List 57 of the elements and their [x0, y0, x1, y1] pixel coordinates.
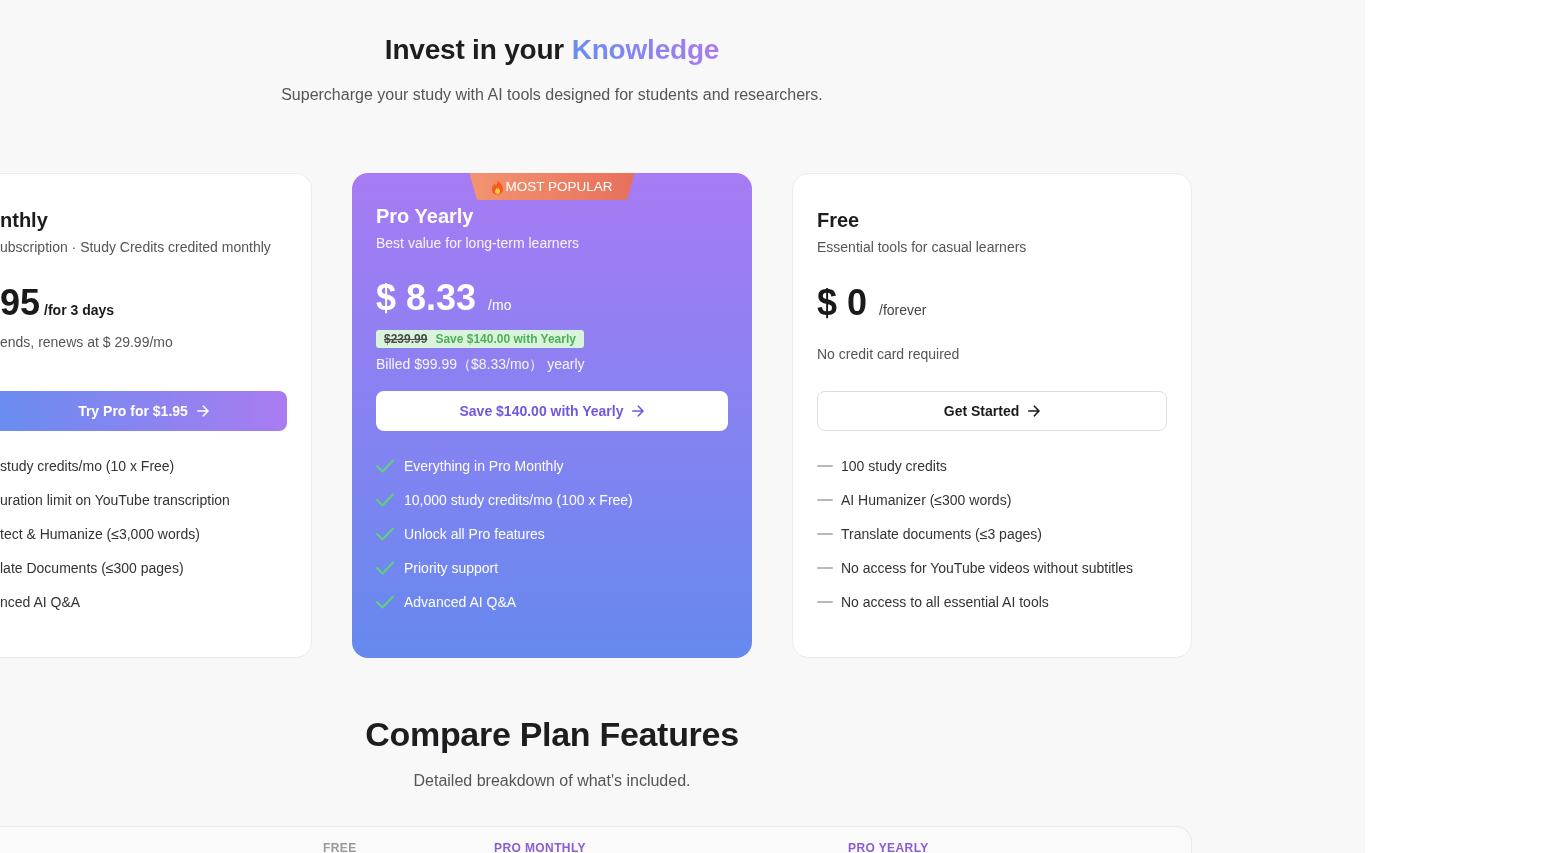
check-icon	[376, 493, 394, 507]
dash-icon	[817, 499, 833, 501]
billing-note: ends, renews at $ 29.99/mo	[0, 333, 173, 352]
savings-text: Save $140.00 with Yearly	[435, 332, 576, 346]
feature-text: tect & Humanize (≤3,000 words)	[0, 525, 200, 544]
arrow-icon	[196, 405, 209, 417]
badge-label: MOST POPULAR	[505, 177, 613, 196]
price-period: /mo	[488, 296, 512, 315]
check-icon	[376, 595, 394, 609]
billing-note: Billed $99.99（$8.33/mo） yearly	[376, 355, 585, 374]
plan-description: Essential tools for casual learners	[817, 238, 1027, 257]
feature-text: Advanced AI Q&A	[404, 593, 517, 612]
feature-text: late Documents (≤300 pages)	[0, 559, 184, 578]
section-subtitle: Detailed breakdown of what's included.	[412, 771, 692, 791]
feature-text: Everything in Pro Monthly	[404, 457, 564, 476]
plan-price: $ 0	[817, 281, 868, 325]
plan-price: $ 8.33	[376, 276, 477, 320]
plan-name: Pro Yearly	[376, 204, 474, 229]
feature-text: 10,000 study credits/mo (100 x Free)	[404, 491, 633, 510]
feature-text: Priority support	[404, 559, 499, 578]
feature-text: Translate documents (≤3 pages)	[841, 525, 1042, 544]
price-period: /forever	[879, 301, 927, 320]
feature-text: study credits/mo (10 x Free)	[0, 457, 175, 476]
arrow-icon	[1028, 405, 1041, 417]
flame-icon	[491, 178, 504, 195]
billing-note: No credit card required	[817, 345, 960, 364]
trial-button[interactable]: Try Pro for $1.95	[0, 391, 287, 431]
feature-text: uration limit on YouTube transcription	[0, 491, 230, 510]
plan-price: 95	[0, 281, 41, 325]
plan-description: ubscription · Study Credits credited monthly	[0, 238, 271, 257]
check-icon	[376, 527, 394, 541]
dash-icon	[817, 533, 833, 535]
dash-icon	[817, 601, 833, 603]
upgrade-button[interactable]: Save $140.00 with Yearly	[376, 391, 728, 431]
feature-text: nced AI Q&A	[0, 593, 81, 612]
column-header: FREE	[323, 841, 357, 853]
plan-name: nthly	[0, 208, 48, 233]
original-price: $239.99	[384, 332, 428, 346]
page-title: Invest in your Knowledge	[383, 33, 721, 67]
column-header: PRO YEARLY	[848, 841, 929, 853]
plan-description: Best value for long-term learners	[376, 234, 580, 253]
column-header: PRO MONTHLY	[494, 841, 586, 853]
check-icon	[376, 459, 394, 473]
feature-text: Unlock all Pro features	[404, 525, 545, 544]
dash-icon	[817, 567, 833, 569]
get-started-button[interactable]: Get Started	[817, 391, 1167, 431]
feature-text: AI Humanizer (≤300 words)	[841, 491, 1012, 510]
price-period: /for 3 days	[44, 301, 115, 320]
feature-text: No access to all essential AI tools	[841, 593, 1049, 612]
arrow-icon	[632, 405, 645, 417]
section-title: Compare Plan Features	[364, 714, 740, 755]
feature-text: 100 study credits	[841, 457, 947, 476]
check-icon	[376, 561, 394, 575]
plan-name: Free	[817, 208, 860, 233]
feature-text: No access for YouTube videos without subtitles	[841, 559, 1134, 578]
page-subtitle: Supercharge your study with AI tools designed for students and researchers.	[280, 85, 824, 105]
dash-icon	[817, 465, 833, 467]
